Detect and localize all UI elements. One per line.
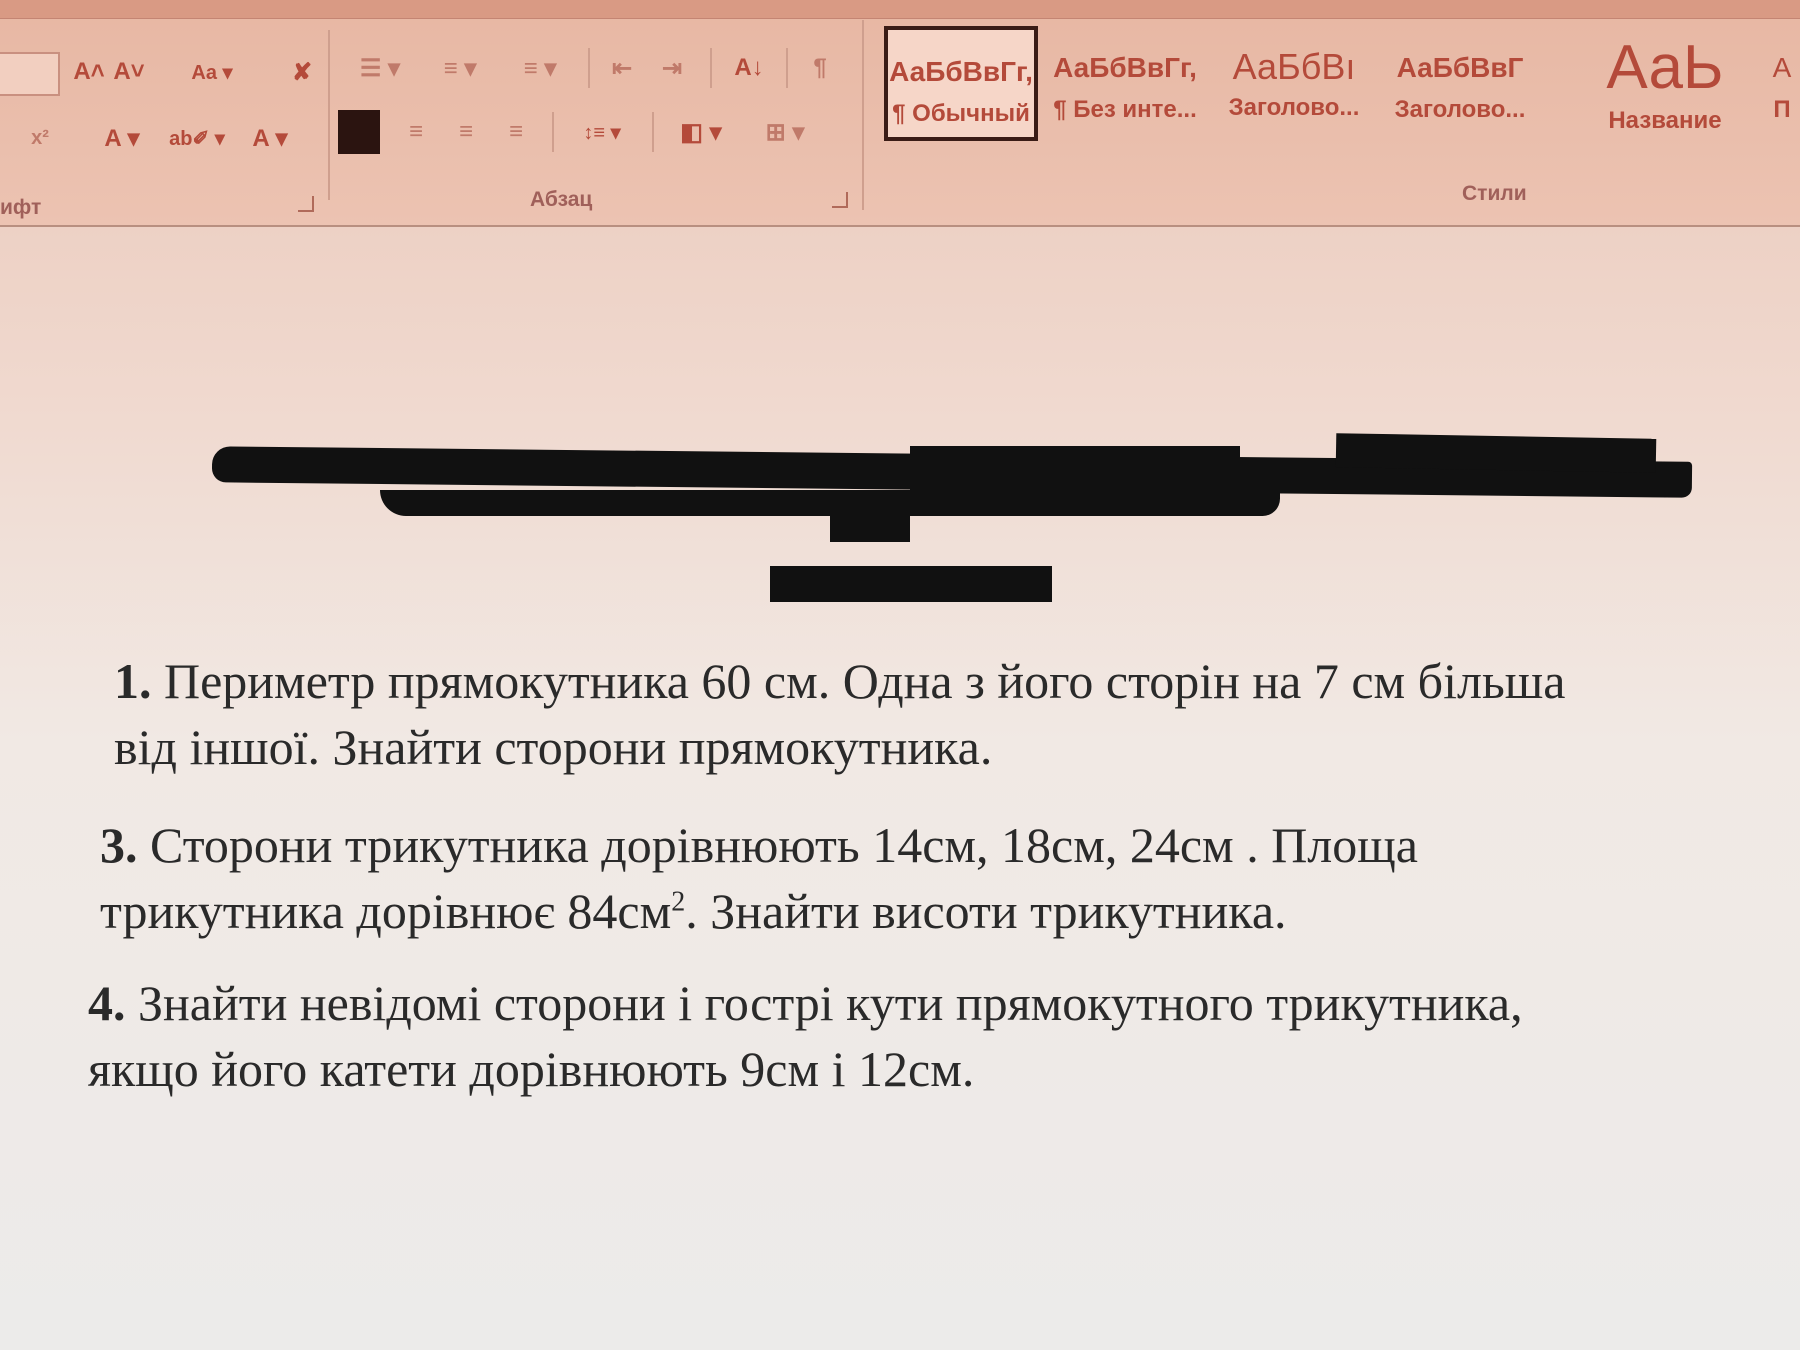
style-sample: А <box>1772 52 1792 83</box>
ribbon-separator <box>552 112 554 152</box>
ribbon: A˄ A˅ Aa ▾ ✘ x² A ▾ ab✐ ▾ A ▾ ифт ☰ ▾ ≡ … <box>0 0 1800 227</box>
ribbon-separator <box>862 20 864 210</box>
ribbon-separator <box>786 48 788 88</box>
highlight-color-button[interactable]: ab✐ ▾ <box>162 118 232 158</box>
change-case-button[interactable]: Aa ▾ <box>180 52 244 92</box>
problem-number: 4. <box>88 975 126 1031</box>
clear-formatting-icon[interactable]: ✘ <box>282 52 322 92</box>
style-name: П <box>1773 96 1791 123</box>
numbering-button[interactable]: ≡ ▾ <box>428 48 492 88</box>
align-right-icon[interactable]: ≡ <box>446 112 486 152</box>
align-center-icon[interactable]: ≡ <box>396 112 436 152</box>
problem-text: якщо його катети дорівнюють 9см і 12см. <box>88 1041 975 1097</box>
problem-text: Периметр прямокутника 60 см. Одна з його… <box>164 653 1566 709</box>
line-spacing-button[interactable]: ↕≡ ▾ <box>566 112 638 152</box>
borders-button[interactable]: ⊞ ▾ <box>750 112 820 152</box>
style-subtitle[interactable]: А П <box>1764 26 1800 141</box>
style-sample: АаЬ <box>1606 33 1724 102</box>
ribbon-separator <box>328 30 330 200</box>
style-sample: АаБбВвГ <box>1396 52 1524 83</box>
ribbon-tab-strip <box>0 0 1800 19</box>
shading-button[interactable]: ◧ ▾ <box>666 112 736 152</box>
style-sample: АаБбВвГг, <box>889 56 1033 87</box>
redacted-subheading <box>770 566 1052 602</box>
align-left-button[interactable] <box>338 110 380 154</box>
style-name: Название <box>1608 107 1722 134</box>
style-sample: АаБбВı <box>1232 46 1356 87</box>
problem-text: трикутника дорівнює 84см <box>100 883 672 939</box>
text-effects-button[interactable]: A ▾ <box>92 118 152 158</box>
style-no-spacing[interactable]: АаБбВвГг, ¶ Без инте... <box>1046 26 1204 141</box>
styles-gallery: АаБбВвГг, ¶ Обычный АаБбВвГг, ¶ Без инте… <box>870 18 1800 148</box>
style-heading-1[interactable]: АаБбВı Заголово... <box>1216 26 1372 141</box>
shrink-font-button[interactable]: A˅ <box>112 52 146 92</box>
problem-number: 3. <box>100 817 138 873</box>
bullets-button[interactable]: ☰ ▾ <box>348 48 412 88</box>
problem-text: Сторони трикутника дорівнюють 14см, 18см… <box>150 817 1418 873</box>
style-sample: АаБбВвГг, <box>1053 52 1197 83</box>
problem-text: Знайти невідомі сторони і гострі кути пр… <box>138 975 1523 1031</box>
ribbon-separator <box>652 112 654 152</box>
problem-4: 4. Знайти невідомі сторони і гострі кути… <box>88 970 1523 1102</box>
problem-line: 4. Знайти невідомі сторони і гострі кути… <box>88 970 1523 1036</box>
style-title[interactable]: АаЬ Название <box>1590 26 1740 141</box>
redacted-heading <box>1335 433 1657 473</box>
decrease-indent-button[interactable]: ⇤ <box>602 48 642 88</box>
document-page[interactable]: 1. Периметр прямокутника 60 см. Одна з й… <box>0 228 1800 1350</box>
redacted-heading <box>830 508 910 542</box>
ribbon-separator <box>710 48 712 88</box>
font-color-button[interactable]: A ▾ <box>240 118 300 158</box>
style-normal[interactable]: АаБбВвГг, ¶ Обычный <box>884 26 1038 141</box>
increase-indent-button[interactable]: ⇥ <box>652 48 692 88</box>
problem-3: 3. Сторони трикутника дорівнюють 14см, 1… <box>100 812 1418 944</box>
style-name: Заголово... <box>1228 94 1360 121</box>
problem-line: від іншої. Знайти сторони прямокутника. <box>114 714 1565 780</box>
paragraph-dialog-launcher-icon[interactable] <box>832 192 848 208</box>
problem-text: . Знайти висоти трикутника. <box>685 883 1287 939</box>
superscript: 2 <box>671 886 686 918</box>
font-size-box[interactable] <box>0 52 60 96</box>
problem-text: від іншої. Знайти сторони прямокутника. <box>114 719 993 775</box>
problem-1: 1. Периметр прямокутника 60 см. Одна з й… <box>114 648 1565 780</box>
show-marks-button[interactable]: ¶ <box>800 48 840 88</box>
sort-button[interactable]: A↓ <box>726 48 772 88</box>
style-heading-2[interactable]: АаБбВвГ Заголово... <box>1382 26 1538 141</box>
problem-line: 1. Периметр прямокутника 60 см. Одна з й… <box>114 648 1565 714</box>
paragraph-group-label: Абзац <box>530 188 593 211</box>
ribbon-separator <box>588 48 590 88</box>
justify-icon[interactable]: ≡ <box>496 112 536 152</box>
multilevel-list-button[interactable]: ≡ ▾ <box>508 48 572 88</box>
problem-line: якщо його катети дорівнюють 9см і 12см. <box>88 1036 1523 1102</box>
style-name: Заголово... <box>1394 96 1526 123</box>
problem-number: 1. <box>114 653 152 709</box>
grow-font-button[interactable]: A˄ <box>72 52 106 92</box>
font-group-label: ифт <box>0 196 42 219</box>
style-name: ¶ Обычный <box>892 100 1030 127</box>
problem-line: 3. Сторони трикутника дорівнюють 14см, 1… <box>100 812 1418 878</box>
style-name: ¶ Без инте... <box>1053 96 1197 123</box>
problem-line: трикутника дорівнює 84см2. Знайти висоти… <box>100 878 1418 944</box>
styles-group-label: Стили <box>1462 182 1527 205</box>
superscript-button[interactable]: x² <box>20 118 60 158</box>
font-dialog-launcher-icon[interactable] <box>298 196 314 212</box>
